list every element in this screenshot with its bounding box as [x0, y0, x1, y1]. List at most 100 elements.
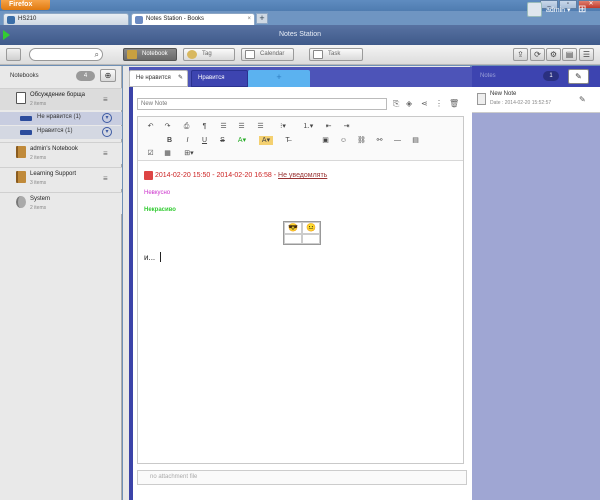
horizontal-rule-icon[interactable]: — [393, 136, 402, 145]
highlight-color-icon[interactable]: A▾ [259, 136, 273, 145]
unlink-icon[interactable]: ⚯ [375, 136, 384, 145]
notebook-item[interactable]: Обсуждение борща 2 items ≡ [0, 88, 122, 110]
align-right-icon[interactable]: ☰ [256, 122, 265, 131]
gear-icon[interactable]: ⚙ [546, 48, 561, 61]
note-item-date: Date : 2014-02-20 15:52:57 [490, 100, 552, 106]
section-icon [20, 116, 32, 121]
trash-icon[interactable]: 🗑 [449, 99, 459, 108]
language-icon[interactable]: ⊞ [578, 4, 591, 16]
notebook-icon [16, 146, 26, 158]
reminder-link[interactable]: Не уведомлять [278, 172, 327, 179]
hamburger-icon[interactable]: ≡ [103, 95, 108, 104]
section-item[interactable]: Не нравится (1) ▾ [0, 112, 122, 125]
browser-tab-notes-station[interactable]: Notes Station - Books × [131, 13, 255, 25]
note-table[interactable]: 😎 😐 [283, 221, 321, 245]
notebook-view-button[interactable]: Notebook [123, 48, 177, 61]
tab-nravitsya[interactable]: Нравится [191, 70, 248, 87]
share-icon[interactable]: ⇪ [513, 48, 528, 61]
attachment-icon[interactable]: ⎘ [393, 99, 399, 109]
avatar[interactable] [527, 2, 542, 17]
new-note-button[interactable]: ✎ [568, 69, 589, 84]
notebook-item-count: 2 items [30, 155, 47, 161]
date-start: 2014-02-20 15:50 [155, 172, 211, 179]
more-icon[interactable]: ⋮ [435, 99, 443, 108]
section-item[interactable]: Нравится (1) ▾ [0, 126, 122, 139]
outdent-icon[interactable]: ⇤ [324, 122, 333, 131]
paragraph-icon[interactable]: ¶ [200, 122, 209, 131]
indent-icon[interactable]: ⇥ [342, 122, 351, 131]
undo-icon[interactable]: ↶ [146, 122, 155, 131]
task-view-button[interactable]: Task [309, 48, 363, 61]
table-cell[interactable] [302, 234, 320, 244]
table-icon[interactable]: ⊞▾ [181, 149, 197, 158]
clear-format-icon[interactable]: T̶ [283, 136, 292, 145]
link-icon[interactable]: ⛓ [357, 136, 366, 145]
align-center-icon[interactable]: ☰ [237, 122, 246, 131]
align-left-icon[interactable]: ☰ [219, 122, 228, 131]
note-count-badge: 1 [543, 71, 559, 81]
table-cell[interactable] [284, 234, 302, 244]
font-color-icon[interactable]: A▾ [235, 136, 249, 145]
task-icon [313, 50, 323, 59]
browser-tab-hs210[interactable]: HS210 [3, 13, 129, 25]
insert-date-icon[interactable]: ▦ [163, 149, 172, 158]
chevron-down-icon[interactable]: ▾ [102, 113, 112, 123]
numbered-list-icon[interactable]: ⒈▾ [300, 122, 316, 131]
checkbox-icon[interactable]: ☑ [146, 149, 155, 158]
edit-note-icon[interactable]: ✎ [579, 95, 586, 104]
attachment-bar[interactable]: no attachment file [137, 470, 467, 485]
close-tab-icon[interactable]: × [247, 14, 251, 25]
tag-icon [187, 50, 197, 59]
notebook-title: Обсуждение борща [30, 92, 86, 98]
emoji-icon[interactable]: ☺ [339, 136, 348, 145]
app-header: Notes Station [0, 25, 600, 45]
firefox-menu-button[interactable]: Firefox [1, 0, 50, 10]
note-title-input[interactable]: New Note [137, 98, 387, 110]
layout-icon[interactable]: ▤ [562, 48, 577, 61]
tag-label: Tag [202, 51, 212, 57]
hamburger-icon[interactable]: ≡ [103, 149, 108, 158]
table-cell[interactable]: 😐 [302, 222, 320, 234]
hamburger-icon[interactable]: ≡ [103, 174, 108, 183]
search-icon: ⌕ [94, 50, 99, 59]
notebook-item[interactable]: admin's Notebook 2 items ≡ [0, 142, 122, 164]
sidebar-toggle-button[interactable] [6, 48, 21, 61]
user-name: admin [546, 7, 566, 14]
tag-view-button[interactable]: Tag [183, 48, 235, 61]
tab-label: Не нравится [136, 75, 171, 81]
refresh-icon[interactable]: ⟳ [530, 48, 545, 61]
video-icon[interactable]: ▤ [411, 136, 420, 145]
notebook-title: Learning Support [30, 171, 77, 177]
table-cell[interactable]: 😎 [284, 222, 302, 234]
pencil-icon[interactable]: ✎ [178, 71, 183, 86]
bullet-list-icon[interactable]: ⁝▾ [275, 122, 291, 131]
section-label: Не нравится (1) [37, 114, 81, 120]
list-view-icon[interactable]: ☰ [579, 48, 594, 61]
redo-icon[interactable]: ↷ [163, 122, 172, 131]
search-input[interactable]: ⌕ [29, 48, 103, 61]
image-icon[interactable]: ▣ [321, 136, 330, 145]
tag-icon[interactable]: ◈ [406, 99, 412, 108]
add-section-tab[interactable]: + [248, 70, 310, 87]
note-editor[interactable] [137, 116, 464, 464]
notebook-item[interactable]: System 2 items [0, 192, 122, 214]
calendar-view-button[interactable]: Calendar [241, 48, 294, 61]
notebook-icon [127, 50, 137, 59]
task-label: Task [328, 51, 341, 57]
add-notebook-button[interactable]: ⊕ [100, 69, 116, 82]
notebook-item[interactable]: Learning Support 3 items ≡ [0, 167, 122, 189]
user-menu[interactable]: admin ▾ [546, 6, 571, 14]
calendar-icon [245, 50, 255, 59]
strikethrough-icon[interactable]: S [218, 136, 227, 145]
formatting-toolbar: ↶ ↷ ⎙ ¶ ☰ ☰ ☰ ⁝▾ ⒈▾ ⇤ ⇥ B I U S A▾ A▾ T̶… [138, 117, 463, 161]
notebook-icon [16, 171, 26, 183]
date-end: 2014-02-20 16:58 [216, 172, 272, 179]
print-icon[interactable]: ⎙ [182, 122, 191, 131]
share-icon[interactable]: ⋖ [421, 99, 428, 108]
italic-icon[interactable]: I [183, 136, 192, 145]
chevron-down-icon[interactable]: ▾ [102, 127, 112, 137]
bold-icon[interactable]: B [165, 136, 174, 145]
new-tab-button[interactable]: + [256, 13, 268, 24]
tab-ne-nravitsya[interactable]: Не нравится ✎ [129, 70, 188, 87]
underline-icon[interactable]: U [200, 136, 209, 145]
